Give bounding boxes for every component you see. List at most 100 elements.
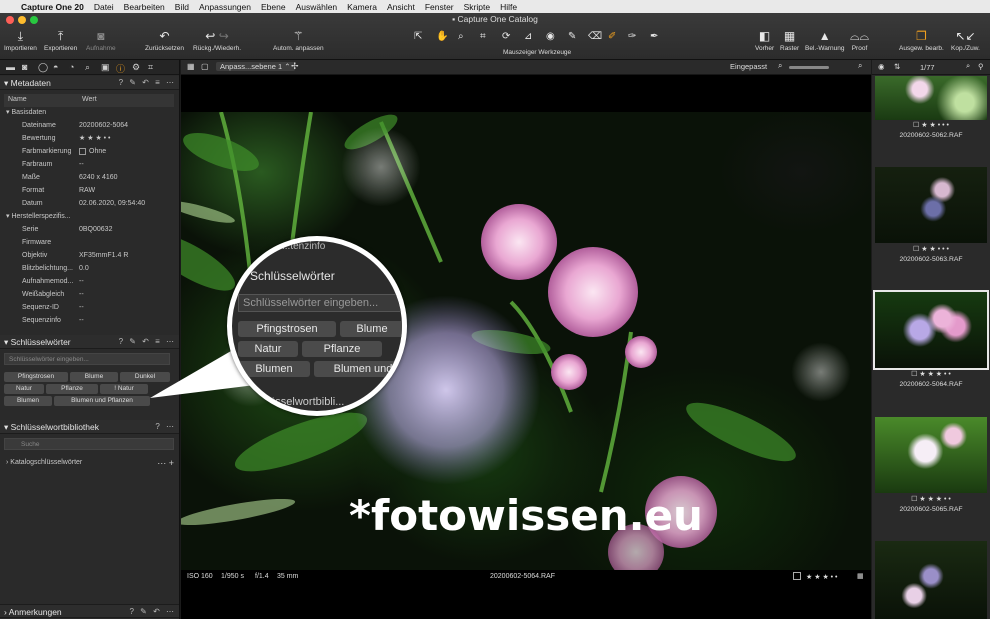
search-icon[interactable]: ⌕ xyxy=(966,61,970,71)
add-layer-icon[interactable]: ✢ xyxy=(291,61,299,72)
thumbnail-selected[interactable] xyxy=(873,290,989,370)
thumbnail[interactable] xyxy=(875,167,987,243)
annotate-tool-icon[interactable]: ✒ xyxy=(650,31,658,42)
keyword-tag[interactable]: Pflanze xyxy=(46,384,98,394)
brush-tool-icon[interactable]: ✐ xyxy=(608,31,616,42)
thumb-rating[interactable]: ☐ ★ ★ • • • xyxy=(872,121,990,129)
import-label: Importieren xyxy=(4,45,37,52)
metadata-tab-icon[interactable]: ⓘ xyxy=(116,62,125,75)
group-basic[interactable]: ▾ Basisdaten xyxy=(0,107,179,120)
exposure-warning-button[interactable]: ▲ Bel.-Warnung xyxy=(805,29,845,52)
panel-controls[interactable]: ? ✎ ↶ ≡ ⋯ xyxy=(119,76,176,90)
menu-hilfe[interactable]: Hilfe xyxy=(495,2,522,12)
keyword-library-header[interactable]: ▾ Schlüsselwortbibliothek? ⋯ xyxy=(0,420,179,434)
menu-skripte[interactable]: Skripte xyxy=(459,2,495,12)
menu-kamera[interactable]: Kamera xyxy=(342,2,382,12)
thumbnail[interactable] xyxy=(875,76,987,120)
menu-bearbeiten[interactable]: Bearbeiten xyxy=(119,2,170,12)
meta-value[interactable]: 20200602-5064 xyxy=(79,120,128,133)
meta-key: Dateiname xyxy=(22,122,56,129)
menu-ebene[interactable]: Ebene xyxy=(256,2,291,12)
picker-tool-icon[interactable]: ✎ xyxy=(568,31,576,42)
spot-tool-icon[interactable]: ◉ xyxy=(546,31,555,42)
keyword-tag[interactable]: Blume xyxy=(70,372,118,382)
auto-adjust-button[interactable]: ⚚ Autom. anpassen xyxy=(273,29,324,52)
metadata-panel-header[interactable]: ▾ Metadaten? ✎ ↶ ≡ ⋯ xyxy=(0,76,179,90)
thumbnail[interactable] xyxy=(875,417,987,493)
meta-row: Farbmarkierung Ohne xyxy=(0,146,179,159)
grid-view-icon[interactable]: ▦ xyxy=(187,62,195,71)
sort-icon[interactable]: ⇅ xyxy=(894,62,900,71)
meta-value: -- xyxy=(79,317,84,324)
proof-button[interactable]: ⌓⌓ Proof xyxy=(850,29,869,52)
zoom-in-icon[interactable]: ⌕ xyxy=(858,61,862,71)
reset-button[interactable]: ↶ Zurücksetzen xyxy=(145,29,184,52)
view-icon[interactable]: ◉ xyxy=(878,62,885,71)
loupe-tool-icon[interactable]: ⌕ xyxy=(458,31,464,42)
menu-app-name[interactable]: Capture One 20 xyxy=(16,2,89,12)
thumb-rating[interactable]: ☐ ★ ★ • • • xyxy=(872,245,990,253)
capture-button[interactable]: ◙ Aufnahme xyxy=(86,29,116,52)
crop-tab-icon[interactable]: ⌗ xyxy=(148,62,153,73)
exposure-tab-icon[interactable]: ◔ xyxy=(69,62,74,72)
color-tab-icon[interactable]: ◓ xyxy=(53,62,58,72)
panel-controls[interactable]: ? ⋯ xyxy=(155,420,176,434)
thumbnail[interactable] xyxy=(875,541,987,619)
zoom-out-icon[interactable]: ⌕ xyxy=(778,61,782,71)
pan-tool-icon[interactable]: ✋ xyxy=(436,31,448,42)
overlay-icon[interactable]: ▦ xyxy=(857,572,864,580)
meta-value: -- xyxy=(79,278,84,285)
undo-redo-button[interactable]: ↩ ↪ Rückg./Wiederh. xyxy=(193,29,241,52)
menu-fenster[interactable]: Fenster xyxy=(420,2,459,12)
export-button[interactable]: ⤒ Exportieren xyxy=(44,29,77,52)
zoom-slider[interactable] xyxy=(789,66,829,69)
meta-value: -- xyxy=(79,304,84,311)
gradient-tool-icon[interactable]: ✑ xyxy=(628,31,636,42)
add-keyword-icon[interactable]: ⋯ + xyxy=(157,457,174,470)
library-tab-icon[interactable]: ▬ xyxy=(6,62,15,72)
browser-toolbar: ◉ ⇅ 1/77 ⌕ ⚲ xyxy=(872,60,990,75)
copy-apply-button[interactable]: ↖↙ Kop./Zuw. xyxy=(951,29,980,52)
before-button[interactable]: ◧ Vorher xyxy=(755,29,774,52)
keyword-tag[interactable]: Blumen xyxy=(4,396,52,406)
select-tool-icon[interactable]: ⇱ xyxy=(414,31,422,42)
keystone-tool-icon[interactable]: ⊿ xyxy=(524,31,532,42)
edit-selected-button[interactable]: ❐ Ausgew. bearb. xyxy=(899,29,944,52)
copy-apply-label: Kop./Zuw. xyxy=(951,45,980,52)
menu-bild[interactable]: Bild xyxy=(170,2,194,12)
keyword-tag[interactable]: Blumen und Pflanzen xyxy=(54,396,150,406)
keyword-tag[interactable]: ! Natur xyxy=(100,384,148,394)
color-tag-checkbox[interactable] xyxy=(793,572,801,580)
eraser-tool-icon[interactable]: ⌫ xyxy=(588,31,602,42)
details-tab-icon[interactable]: ⌕ xyxy=(85,62,90,73)
keyword-input[interactable]: Schlüsselwörter eingeben... xyxy=(4,353,170,365)
grid-button[interactable]: ▦ Raster xyxy=(780,29,799,52)
thumb-rating[interactable]: ☐ ★ ★ ★ • • xyxy=(872,495,990,503)
menu-anpassungen[interactable]: Anpassungen xyxy=(194,2,256,12)
settings-tab-icon[interactable]: ⚙ xyxy=(132,62,140,73)
rotate-tool-icon[interactable]: ⟳ xyxy=(502,31,510,42)
panel-controls[interactable]: ? ✎ ↶ ⋯ xyxy=(129,605,176,619)
library-search-input[interactable]: Suche xyxy=(4,438,174,450)
viewer-rating[interactable]: ★ ★ ★ • • xyxy=(806,573,838,581)
menu-auswaehlen[interactable]: Auswählen xyxy=(291,2,343,12)
filter-icon[interactable]: ⚲ xyxy=(978,62,984,71)
layer-select[interactable]: Anpass...sebene 1 ⌃ xyxy=(216,62,295,71)
keyword-tag[interactable]: Pfingstrosen xyxy=(4,372,68,382)
color-tag-select[interactable]: Ohne xyxy=(79,146,106,159)
catalog-keywords-row[interactable]: › Katalogschlüsselwörter ⋯ + xyxy=(0,457,179,470)
notes-panel-header[interactable]: › Anmerkungen? ✎ ↶ ⋯ xyxy=(0,604,179,619)
menu-datei[interactable]: Datei xyxy=(89,2,119,12)
adjust-tab-icon[interactable]: ▣ xyxy=(101,62,110,73)
group-maker[interactable]: ▾ Herstellerspezifis... xyxy=(0,211,179,224)
zoom-fit-label[interactable]: Eingepasst xyxy=(730,62,767,71)
capture-tab-icon[interactable]: ◙ xyxy=(22,62,27,72)
thumb-rating[interactable]: ☐ ★ ★ ★ • • xyxy=(872,370,990,378)
rating-stars[interactable]: ★ ★ ★ • • xyxy=(79,133,111,146)
menu-ansicht[interactable]: Ansicht xyxy=(382,2,420,12)
lens-tab-icon[interactable]: ◯ xyxy=(38,62,48,73)
crop-tool-icon[interactable]: ⌗ xyxy=(480,31,486,42)
single-view-icon[interactable]: ▢ xyxy=(201,62,209,71)
keyword-tag[interactable]: Natur xyxy=(4,384,44,394)
import-button[interactable]: ⤓ Importieren xyxy=(4,29,37,52)
